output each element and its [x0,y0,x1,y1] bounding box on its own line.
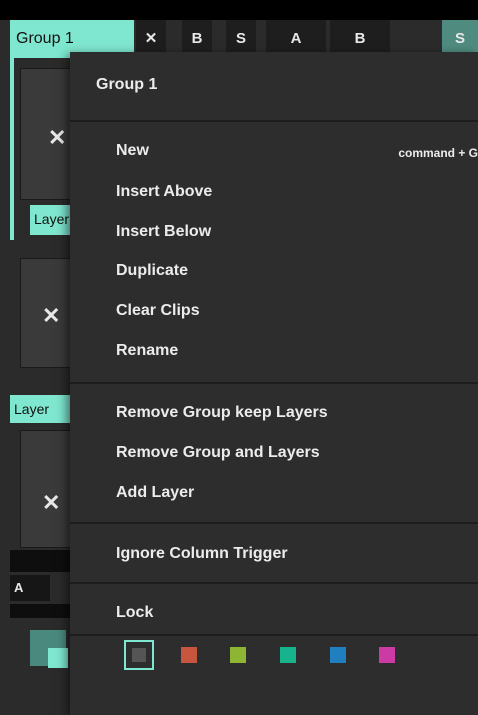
menu-item-rename[interactable]: Rename [116,342,178,360]
menu-item-insert-above[interactable]: Insert Above [116,183,212,201]
menu-separator [70,120,478,122]
menu-item-add-layer[interactable]: Add Layer [116,484,194,502]
menu-title: Group 1 [96,76,158,93]
close-icon[interactable]: ✕ [48,125,66,151]
menu-item-clear-clips[interactable]: Clear Clips [116,302,200,320]
color-swatch-magenta[interactable] [379,647,395,663]
menu-item-label: New [116,142,149,159]
shortcut-label: command + G [398,146,478,160]
color-swatch-blue[interactable] [330,647,346,663]
divider-row [10,604,70,618]
close-icon[interactable]: ✕ [42,490,60,516]
menu-item-remove-group-keep-layers[interactable]: Remove Group keep Layers [116,404,328,422]
menu-item-insert-below[interactable]: Insert Below [116,223,211,241]
color-swatch-selected[interactable] [124,640,154,670]
menu-item-duplicate[interactable]: Duplicate [116,262,188,280]
context-menu: Group 1 New command + G Insert Above Ins… [70,52,478,715]
menu-item-lock[interactable]: Lock [116,604,153,622]
color-swatch-red[interactable] [181,647,197,663]
menu-separator [70,634,478,636]
menu-separator [70,522,478,524]
menu-item-new[interactable]: New [116,142,149,160]
color-swatch-grey [132,648,146,662]
color-swatch-green[interactable] [230,647,246,663]
menu-item-remove-group-and-layers[interactable]: Remove Group and Layers [116,444,320,462]
close-icon[interactable]: ✕ [42,303,60,329]
menu-item-ignore-column-trigger[interactable]: Ignore Column Trigger [116,545,288,563]
column-a-button[interactable]: A [10,575,50,601]
color-swatch-teal[interactable] [280,647,296,663]
clip-thumbnail-highlight [48,648,68,668]
layer-label-1[interactable]: Layer [30,205,70,235]
group-column-border [10,58,14,240]
window-top-strip [0,0,478,20]
menu-separator [70,582,478,584]
layer-label-2[interactable]: Layer [10,395,70,423]
menu-separator [70,382,478,384]
divider-row [10,550,70,572]
